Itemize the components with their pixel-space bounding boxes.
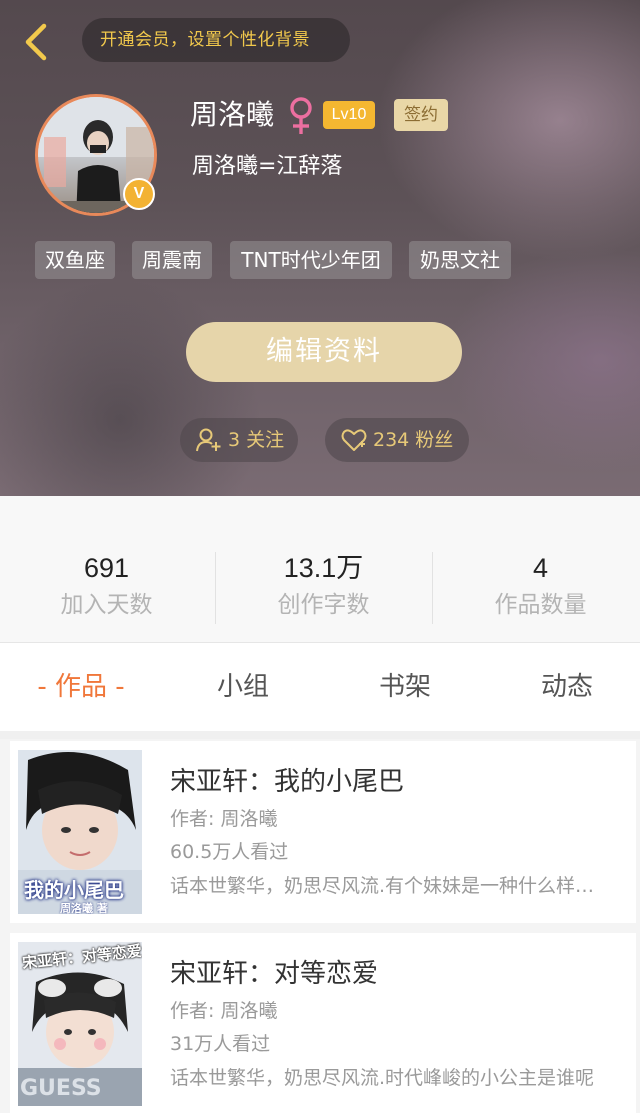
stat-works-count: 4 作品数量 <box>434 548 640 622</box>
tab-works[interactable]: - 作品 - <box>0 643 162 731</box>
divider <box>215 552 216 624</box>
add-user-icon <box>196 428 221 452</box>
vip-background-banner[interactable]: 开通会员，设置个性化背景 <box>82 18 350 62</box>
tag[interactable]: TNT时代少年团 <box>230 241 392 279</box>
work-card[interactable]: 我的小尾巴 周洛曦 著 宋亚轩：我的小尾巴 作者: 周洛曦 60.5万人看过 话… <box>10 741 636 923</box>
fans-button[interactable]: 234 粉丝 <box>325 418 469 462</box>
stat-value: 13.1万 <box>283 553 364 583</box>
level-badge: Lv10 <box>323 101 375 129</box>
cover-author: 周洛曦 著 <box>60 902 108 914</box>
following-count: 3 关注 <box>228 429 285 451</box>
edit-profile-button[interactable]: 编辑资料 <box>186 322 462 382</box>
work-title[interactable]: 宋亚轩：对等恋爱 <box>170 955 378 993</box>
work-description: 话本世繁华，奶思尽风流.时代峰峻的小公主是谁呢 <box>170 1067 595 1089</box>
work-views: 31万人看过 <box>170 1033 271 1055</box>
work-author: 作者: 周洛曦 <box>170 808 278 830</box>
work-cover[interactable]: 宋亚轩：对等恋爱 GUESS <box>18 942 142 1106</box>
avatar[interactable]: V <box>35 94 157 216</box>
tab-bar: - 作品 - 小组 书架 动态 <box>0 643 640 731</box>
stat-join-days: 691 加入天数 <box>0 548 213 622</box>
work-description: 话本世繁华，奶思尽风流.有个妹妹是一种什么样的体验 <box>170 875 600 897</box>
cover-caption: GUESS <box>20 1076 102 1101</box>
work-cover[interactable]: 我的小尾巴 周洛曦 著 <box>18 750 142 914</box>
tab-bookshelf[interactable]: 书架 <box>324 643 486 731</box>
tab-activity[interactable]: 动态 <box>486 643 640 731</box>
tag[interactable]: 奶思文社 <box>409 241 511 279</box>
female-icon <box>290 97 312 134</box>
user-name: 周洛曦 <box>190 98 275 131</box>
work-card[interactable]: 宋亚轩：对等恋爱 GUESS 宋亚轩：对等恋爱 作者: 周洛曦 31万人看过 话… <box>10 933 636 1113</box>
profile-header: 开通会员，设置个性化背景 V 周洛曦 Lv10 签约 周洛曦=江辞落 双鱼座 周… <box>0 0 640 496</box>
following-button[interactable]: 3 关注 <box>180 418 298 462</box>
verified-badge: V <box>123 178 155 210</box>
tag[interactable]: 双鱼座 <box>35 241 115 279</box>
signed-badge: 签约 <box>394 99 448 131</box>
work-views: 60.5万人看过 <box>170 841 289 863</box>
work-author: 作者: 周洛曦 <box>170 1000 278 1022</box>
back-arrow-icon[interactable] <box>16 20 60 64</box>
tab-groups[interactable]: 小组 <box>162 643 324 731</box>
fans-count: 234 粉丝 <box>373 429 454 451</box>
divider <box>432 552 433 624</box>
divider <box>0 731 640 739</box>
cover-title: 我的小尾巴 <box>24 878 124 902</box>
heart-icon <box>341 429 367 451</box>
stat-value: 4 <box>532 553 549 583</box>
stats-bar: 691 加入天数 13.1万 创作字数 4 作品数量 <box>0 496 640 642</box>
work-title[interactable]: 宋亚轩：我的小尾巴 <box>170 763 404 801</box>
profile-signature: 周洛曦=江辞落 <box>192 154 343 179</box>
stat-label: 加入天数 <box>60 592 153 618</box>
tag[interactable]: 周震南 <box>132 241 212 279</box>
stat-word-count: 13.1万 创作字数 <box>217 548 430 622</box>
stat-value: 691 <box>83 553 130 583</box>
stat-label: 创作字数 <box>277 592 370 618</box>
stat-label: 作品数量 <box>494 592 587 618</box>
